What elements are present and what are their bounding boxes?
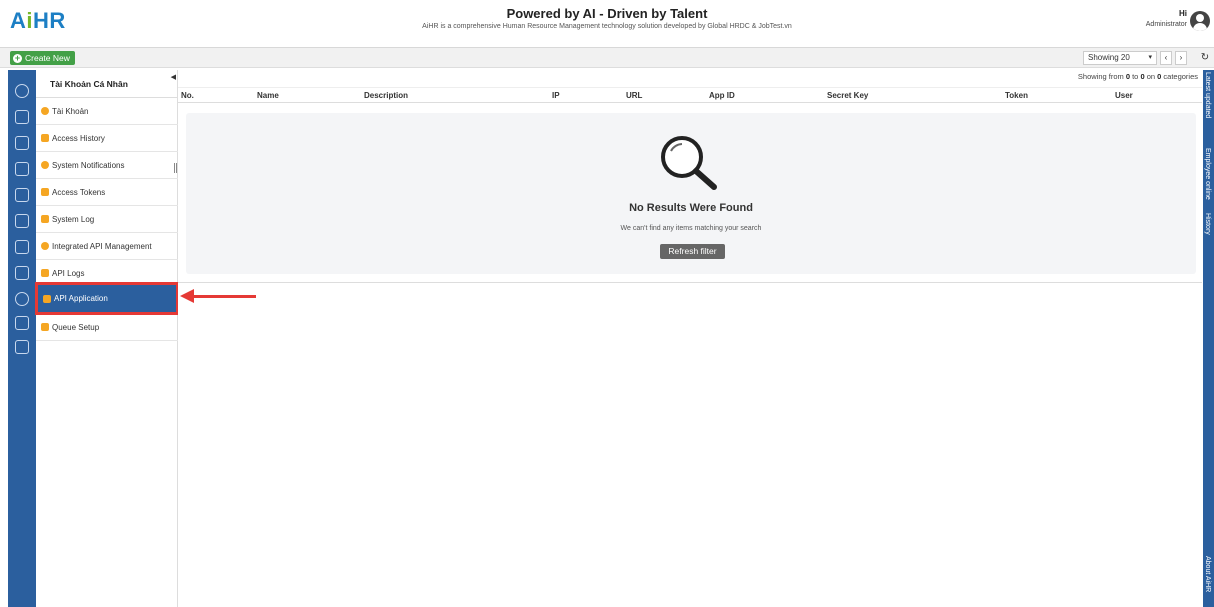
sidebar-item-access-history[interactable]: Access History	[36, 125, 178, 152]
chevron-down-icon: ▾	[1148, 54, 1152, 61]
annotation-arrow-shaft	[192, 295, 256, 298]
app-root: AiHR Powered by AI - Driven by Talent Ai…	[0, 0, 1214, 607]
form-icon[interactable]	[15, 240, 29, 254]
create-new-label: Create New	[25, 53, 70, 63]
resize-handle[interactable]	[174, 163, 177, 173]
people-search-icon[interactable]	[15, 110, 29, 124]
header-subtitle: AiHR is a comprehensive Human Resource M…	[422, 23, 792, 30]
calendar-icon[interactable]	[15, 136, 29, 150]
magnifier-icon	[661, 136, 717, 190]
sidebar-item-queue-setup[interactable]: Queue Setup	[36, 314, 178, 341]
refresh-icon[interactable]: ↻	[1199, 51, 1211, 65]
app-header: AiHR Powered by AI - Driven by Talent Ai…	[0, 0, 1214, 48]
settings-doc-icon[interactable]	[15, 340, 29, 354]
create-new-button[interactable]: + Create New	[10, 51, 75, 65]
results-prefix: Showing from	[1077, 72, 1126, 81]
results-to-word: to	[1130, 72, 1141, 81]
target-icon[interactable]	[15, 292, 29, 306]
sidebar-item-label: Queue Setup	[52, 322, 100, 332]
column-header-name[interactable]: Name	[257, 88, 279, 103]
app-icon	[43, 294, 51, 303]
sidebar-item-system-log[interactable]: System Log	[36, 206, 178, 233]
column-header-app-id[interactable]: App ID	[709, 88, 735, 103]
sidebar-item-label: Access History	[52, 133, 105, 143]
home-icon[interactable]	[15, 84, 29, 98]
sidebar-item-label: API Application	[54, 294, 108, 303]
sidebar-item-label: Tài Khoản	[52, 106, 89, 116]
column-header-url[interactable]: URL	[626, 88, 642, 103]
user-circle-icon	[41, 107, 49, 115]
document-icon[interactable]	[15, 214, 29, 228]
avatar-body	[1193, 23, 1207, 31]
file-icon	[41, 269, 49, 277]
module-iconbar	[8, 70, 36, 607]
empty-state: No Results Were Found We can't find any …	[186, 113, 1196, 274]
toolbar: + Create New Showing 20 ▾ ‹ › ↻	[0, 48, 1214, 68]
user-greeting: Hi	[1179, 9, 1187, 18]
right-rail: Latest updated Employee online History A…	[1203, 70, 1214, 607]
sidebar-item-integrated-api-management[interactable]: Integrated API Management	[36, 233, 178, 260]
side-menu-title: Tài Khoản Cá Nhân	[36, 70, 178, 98]
prev-page-button[interactable]: ‹	[1160, 51, 1172, 65]
cloud-icon	[41, 242, 49, 250]
user-role[interactable]: Administrator	[1146, 21, 1187, 28]
column-header-ip[interactable]: IP	[552, 88, 560, 103]
empty-state-title: No Results Were Found	[629, 202, 753, 214]
table-header: No. Name Description IP URL App ID Secre…	[178, 87, 1202, 103]
sidebar-item-tai-khoan[interactable]: Tài Khoản	[36, 98, 178, 125]
column-header-description[interactable]: Description	[364, 88, 408, 103]
header-title: Powered by AI - Driven by Talent	[506, 6, 708, 21]
sidebar-item-label: Access Tokens	[52, 187, 106, 197]
log-icon	[41, 215, 49, 223]
latest-updated-tab[interactable]: Latest updated	[1204, 72, 1211, 118]
sidebar-item-system-notifications[interactable]: System Notifications	[36, 152, 178, 179]
sidebar-item-api-application[interactable]: API Application	[35, 282, 179, 315]
page-size-select[interactable]: Showing 20 ▾	[1083, 51, 1157, 65]
column-header-no[interactable]: No.	[181, 88, 194, 103]
report-icon[interactable]	[15, 316, 29, 330]
sidebar-item-access-tokens[interactable]: Access Tokens	[36, 179, 178, 206]
about-aihr-tab[interactable]: About AiHR	[1204, 556, 1211, 592]
avatar-head	[1196, 14, 1204, 22]
page-size-label: Showing 20	[1088, 53, 1130, 62]
content-divider	[178, 282, 1202, 283]
employee-online-tab[interactable]: Employee online	[1204, 148, 1211, 200]
results-suffix: categories	[1161, 72, 1198, 81]
avatar-icon[interactable]	[1190, 11, 1210, 31]
collapse-arrow-icon[interactable]: ◀	[171, 73, 176, 81]
payroll-icon[interactable]	[15, 162, 29, 176]
sidebar-item-label: System Log	[52, 214, 95, 224]
results-summary: Showing from 0 to 0 on 0 categories	[1078, 72, 1198, 81]
column-header-secret-key[interactable]: Secret Key	[827, 88, 868, 103]
queue-icon	[41, 323, 49, 331]
list-icon	[41, 134, 49, 142]
empty-state-subtitle: We can't find any items matching your se…	[620, 225, 762, 232]
history-tab[interactable]: History	[1204, 213, 1211, 235]
key-icon	[41, 188, 49, 196]
column-header-token[interactable]: Token	[1005, 88, 1028, 103]
side-menu: Tài Khoản Cá Nhân ◀ Tài Khoản Access His…	[35, 70, 179, 607]
sidebar-item-label: System Notifications	[52, 160, 125, 170]
main-content: Showing from 0 to 0 on 0 categories No. …	[178, 70, 1202, 607]
plus-icon: +	[13, 52, 22, 63]
bell-icon	[41, 161, 49, 169]
annotation-arrow-icon	[180, 289, 194, 303]
building-icon[interactable]	[15, 266, 29, 280]
sidebar-item-label: Integrated API Management	[52, 241, 152, 251]
results-on-word: on	[1144, 72, 1158, 81]
chart-icon[interactable]	[15, 188, 29, 202]
refresh-filter-button[interactable]: Refresh filter	[660, 244, 725, 259]
next-page-button[interactable]: ›	[1175, 51, 1187, 65]
column-header-user[interactable]: User	[1115, 88, 1133, 103]
